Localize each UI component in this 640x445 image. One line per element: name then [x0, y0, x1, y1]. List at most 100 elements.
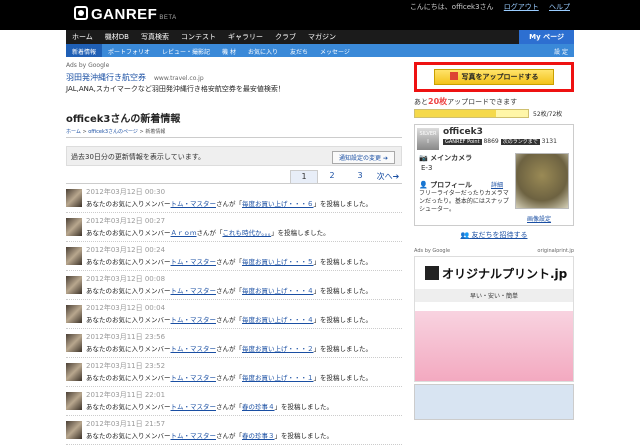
main-content: Ads by Google 羽田発沖縄行き航空券 www.travel.co.jp…: [66, 62, 402, 445]
member-link[interactable]: トム・マスター: [171, 345, 217, 353]
activity-body: 2012年03月11日 23:52 あなたのお気に入りメンバートム・マスターさんが…: [86, 361, 372, 383]
breadcrumb-current: 新着情報: [145, 129, 166, 135]
nav-gallery[interactable]: ギャラリー: [222, 30, 269, 44]
activity-message: あなたのお気に入りメンバートム・マスターさんが「毎度お買い上げ・・・２」を投稿し…: [86, 345, 372, 353]
invite-friends-link[interactable]: 👥 友だちを招待する: [414, 230, 574, 240]
activity-row: 2012年03月11日 23:56 あなたのお気に入りメンバートム・マスターさんが…: [66, 329, 402, 358]
subnav-favorites[interactable]: お気に入り: [242, 44, 284, 57]
photo-link[interactable]: 毎度お買い上げ・・・４: [242, 287, 314, 295]
help-link[interactable]: ヘルプ: [549, 3, 570, 11]
subnav-settings[interactable]: 設 定: [548, 44, 574, 57]
member-link[interactable]: トム・マスター: [171, 374, 217, 382]
activity-body: 2012年03月11日 23:56 あなたのお気に入りメンバートム・マスターさんが…: [86, 332, 372, 354]
description-box: 過去30日分の更新情報を表示しています。 通知設定の変更 ➔: [66, 146, 402, 166]
avatar[interactable]: [515, 153, 569, 209]
image-settings-link[interactable]: 画像設定: [527, 214, 551, 223]
nav-home[interactable]: ホーム: [66, 30, 99, 44]
member-link[interactable]: トム・マスター: [171, 316, 217, 324]
page-2[interactable]: 2: [318, 170, 346, 183]
activity-thumbnail[interactable]: [66, 218, 82, 236]
username[interactable]: officek3: [443, 127, 483, 137]
activity-body: 2012年03月12日 00:24 あなたのお気に入りメンバートム・マスターさんが…: [86, 245, 372, 267]
subnav-news[interactable]: 新着情報: [66, 44, 103, 57]
page-1[interactable]: 1: [290, 170, 318, 183]
member-link[interactable]: トム・マスター: [171, 200, 217, 208]
ad-title-link[interactable]: 羽田発沖縄行き航空券: [66, 73, 146, 82]
member-link[interactable]: トム・マスター: [171, 403, 217, 411]
subnav-portfolio[interactable]: ポートフォリオ: [102, 44, 156, 57]
photo-link[interactable]: 毎度お買い上げ・・・５: [242, 258, 314, 266]
rank-badge: SILVER I: [417, 128, 439, 150]
page-3[interactable]: 3: [346, 170, 374, 183]
nav-contest[interactable]: コンテスト: [175, 30, 222, 44]
upload-photo-button[interactable]: 写真をアップロードする: [434, 69, 554, 85]
notify-settings-button[interactable]: 通知設定の変更 ➔: [332, 151, 395, 164]
activity-message: あなたのお気に入りメンバートム・マスターさんが「春の珍事３」を投稿しました。: [86, 432, 333, 440]
photo-link[interactable]: 春の珍事４: [242, 403, 275, 411]
main-camera-value[interactable]: E-3: [421, 164, 432, 172]
breadcrumb-home[interactable]: ホーム: [66, 129, 81, 135]
activity-message: あなたのお気に入りメンバートム・マスターさんが「毎度お買い上げ・・・６」を投稿し…: [86, 200, 372, 208]
main-camera-label: 📷 メインカメラ: [419, 154, 473, 162]
activity-thumbnail[interactable]: [66, 392, 82, 410]
photo-link[interactable]: 毎度お買い上げ・・・４: [242, 316, 314, 324]
subnav-reviews[interactable]: レビュー・撮影記: [156, 44, 216, 57]
member-link[interactable]: トム・マスター: [171, 287, 217, 295]
activity-date: 2012年03月11日 23:52: [86, 362, 166, 370]
photo-link[interactable]: 毎度お買い上げ・・・２: [242, 345, 314, 353]
ganref-logo[interactable]: GANREF BETA: [74, 6, 177, 23]
nav-magazine[interactable]: マガジン: [302, 30, 342, 44]
ad-url: www.travel.co.jp: [154, 75, 204, 82]
activity-date: 2012年03月11日 23:56: [86, 333, 166, 341]
activity-thumbnail[interactable]: [66, 247, 82, 265]
nav-photo-search[interactable]: 写真検索: [135, 30, 175, 44]
member-link[interactable]: トム・マスター: [171, 432, 217, 440]
activity-date: 2012年03月12日 00:04: [86, 304, 166, 312]
member-link[interactable]: トム・マスター: [171, 258, 217, 266]
brand-logo-icon: [425, 266, 439, 280]
activity-list: 2012年03月12日 00:30 あなたのお気に入りメンバートム・マスターさんが…: [66, 184, 402, 445]
next-page-link[interactable]: 次へ➔: [374, 170, 402, 183]
activity-row: 2012年03月11日 23:52 あなたのお気に入りメンバートム・マスターさんが…: [66, 358, 402, 387]
breadcrumb: ホーム > officek3さんのページ > 新着情報: [66, 128, 402, 138]
logout-link[interactable]: ログアウト: [504, 3, 539, 11]
nav-club[interactable]: クラブ: [269, 30, 302, 44]
quota-text: 52枚/72枚: [533, 111, 563, 118]
description-text: 過去30日分の更新情報を表示しています。: [71, 153, 205, 161]
activity-date: 2012年03月12日 00:08: [86, 275, 166, 283]
photo-link[interactable]: これも時代か。。。: [223, 229, 272, 237]
activity-date: 2012年03月11日 21:57: [86, 420, 166, 428]
activity-body: 2012年03月12日 00:04 あなたのお気に入りメンバートム・マスターさんが…: [86, 303, 372, 325]
greeting: こんにちは、officek3さん: [409, 3, 494, 11]
page-title: officek3さんの新着情報: [66, 114, 181, 125]
profile-detail-link[interactable]: 詳細: [491, 180, 503, 189]
ad-banner-2[interactable]: [414, 384, 574, 420]
ad-banner[interactable]: オリジナルプリント.jp 早い・安い・簡単: [414, 256, 574, 382]
activity-body: 2012年03月12日 00:08 あなたのお気に入りメンバートム・マスターさんが…: [86, 274, 372, 296]
subnav-gear[interactable]: 機 材: [216, 44, 242, 57]
activity-thumbnail[interactable]: [66, 421, 82, 439]
activity-date: 2012年03月12日 00:24: [86, 246, 166, 254]
quota-bar: [414, 109, 529, 118]
breadcrumb-mypage[interactable]: officek3さんのページ: [88, 129, 138, 135]
photo-link[interactable]: 毎度お買い上げ・・・６: [242, 200, 314, 208]
activity-message: あなたのお気に入りメンバートム・マスターさんが「毎度お買い上げ・・・５」を投稿し…: [86, 258, 372, 266]
quota-bar-fill: [415, 110, 497, 117]
activity-thumbnail[interactable]: [66, 276, 82, 294]
points-info: GANREF Point 8869 次のランクまで 3131: [443, 138, 557, 145]
photo-link[interactable]: 春の珍事３: [242, 432, 275, 440]
pager: 1 2 3 次へ➔: [66, 170, 402, 184]
member-link[interactable]: Ａｒｏｍ: [171, 229, 197, 237]
activity-thumbnail[interactable]: [66, 305, 82, 323]
activity-thumbnail[interactable]: [66, 189, 82, 207]
activity-body: 2012年03月11日 22:01 あなたのお気に入りメンバートム・マスターさんが…: [86, 390, 333, 412]
subnav-friends[interactable]: 友だち: [284, 44, 314, 57]
activity-body: 2012年03月11日 21:57 あなたのお気に入りメンバートム・マスターさんが…: [86, 419, 333, 441]
photo-link[interactable]: 毎度お買い上げ・・・１: [242, 374, 314, 382]
subnav-messages[interactable]: メッセージ: [314, 44, 356, 57]
activity-thumbnail[interactable]: [66, 334, 82, 352]
ad-label: Ads by Google: [66, 62, 110, 69]
nav-mypage[interactable]: My ページ: [519, 30, 574, 44]
activity-thumbnail[interactable]: [66, 363, 82, 381]
nav-gear-db[interactable]: 機材DB: [99, 30, 135, 44]
